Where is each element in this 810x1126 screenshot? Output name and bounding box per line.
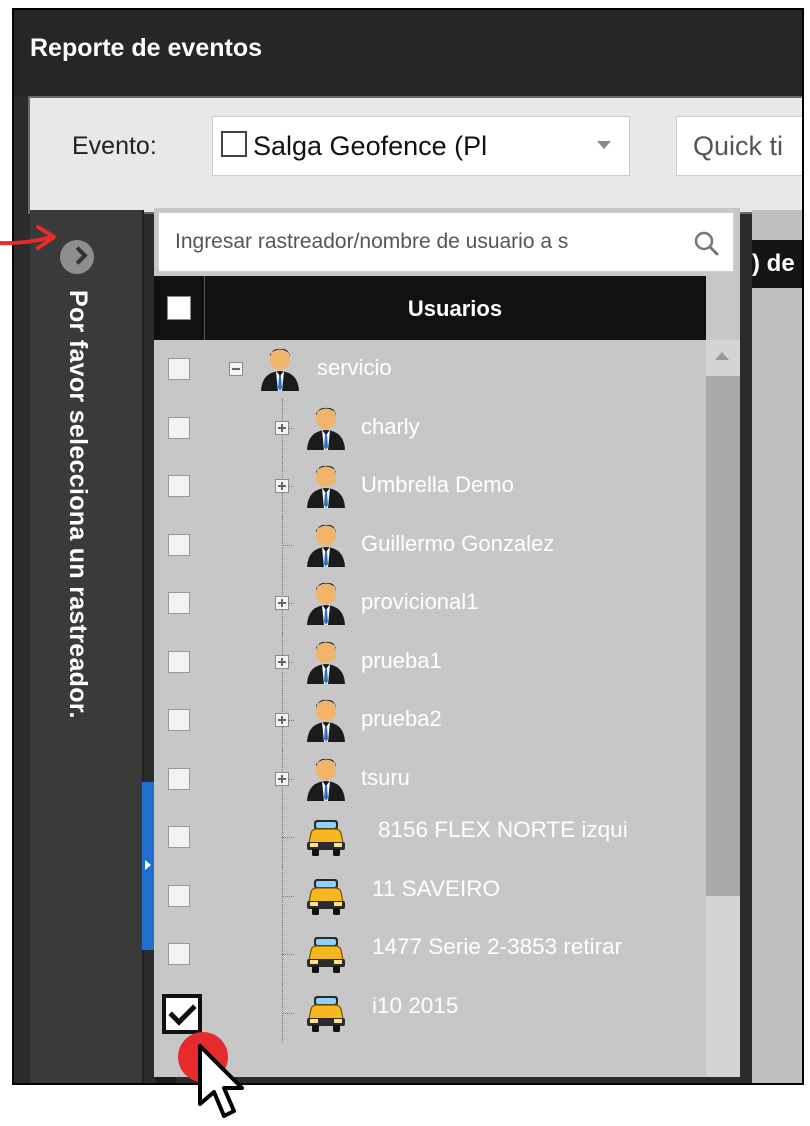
taxi-icon <box>304 814 348 860</box>
chevron-down-icon[interactable] <box>597 141 611 149</box>
user-icon <box>304 639 348 685</box>
expand-node-icon[interactable] <box>275 713 289 727</box>
tree-item-user[interactable]: charly <box>154 398 706 457</box>
user-icon <box>304 522 348 568</box>
row-checkbox[interactable] <box>168 826 190 848</box>
quick-time-label: Quick ti <box>693 131 784 161</box>
user-icon <box>304 756 348 802</box>
tree-item-user[interactable]: prueba2 <box>154 691 706 750</box>
tree-connector <box>282 544 294 546</box>
search-input[interactable] <box>159 213 689 271</box>
user-icon <box>304 463 348 509</box>
row-checkbox[interactable] <box>168 767 190 790</box>
event-checkbox[interactable] <box>221 131 247 157</box>
tree-item-label: servicio <box>317 355 392 380</box>
tree-item-label: prueba1 <box>361 647 442 673</box>
row-checkbox[interactable] <box>168 358 190 380</box>
event-select-value: Salga Geofence (Pl <box>253 131 488 161</box>
expand-node-icon[interactable] <box>275 771 289 786</box>
tree-connector <box>282 837 294 838</box>
tree-item-label: Guillermo Gonzalez <box>361 530 555 556</box>
report-tab[interactable]: ) de <box>752 240 802 288</box>
filter-toolbar: Evento: Salga Geofence (Pl Quick ti <box>28 96 802 214</box>
search-box <box>158 212 734 272</box>
tree-item-label: 11 SAVEIRO <box>372 875 500 901</box>
event-label: Evento: <box>72 132 157 160</box>
scroll-up-arrow[interactable] <box>715 352 729 360</box>
scrollbar-thumb[interactable] <box>706 376 740 896</box>
row-checkbox[interactable] <box>168 650 190 673</box>
mouse-cursor-icon <box>198 1044 244 1118</box>
taxi-icon <box>304 931 348 977</box>
tree-item-label: i10 2015 <box>372 992 459 1018</box>
expand-node-icon[interactable] <box>275 479 289 493</box>
report-area: ) de <box>752 210 802 1083</box>
collapsed-sidebar: Por favor selecciona un rastreador. <box>30 210 144 1083</box>
tree-item-label: 8156 FLEX NORTE izqui <box>378 817 628 842</box>
tree-connector <box>282 954 294 955</box>
expand-node-icon[interactable] <box>275 596 289 610</box>
tree-item-user[interactable]: servicio <box>154 340 706 399</box>
row-checkbox[interactable] <box>168 884 190 907</box>
tree-item-label: Umbrella Demo <box>361 472 514 497</box>
user-icon <box>258 346 302 392</box>
quick-time-select[interactable]: Quick ti <box>676 116 802 176</box>
tree-item-user[interactable]: provicional1 <box>154 574 706 633</box>
users-table-header: Usuarios <box>154 276 706 340</box>
user-icon <box>304 580 348 626</box>
tree-item-tracker[interactable]: 1477 Serie 2-3853 retirar <box>154 925 706 984</box>
taxi-icon <box>304 873 348 919</box>
annotation-arrow <box>0 225 56 250</box>
tree-item-label: provicional1 <box>361 589 479 614</box>
tree-item-label: tsuru <box>361 764 410 790</box>
row-checkbox[interactable] <box>168 416 190 439</box>
user-tree: servicio charly Umbrella Demo Guillermo Gon… <box>154 340 706 1042</box>
expand-node-icon[interactable] <box>275 654 289 669</box>
chevron-right-icon[interactable] <box>60 240 94 274</box>
user-icon <box>304 697 348 743</box>
tree-item-label: 1477 Serie 2-3853 retirar <box>372 934 623 959</box>
tracker-picker-panel: Usuarios servicio charly Umbrella Demo Guil… <box>154 208 740 1077</box>
tree-item-tracker[interactable]: 8156 FLEX NORTE izqui <box>154 808 706 867</box>
tree-connector <box>282 1012 294 1014</box>
taxi-icon <box>304 990 348 1036</box>
tree-item-user[interactable]: tsuru <box>154 749 706 808</box>
window-title: Reporte de eventos <box>30 34 263 62</box>
tree-item-tracker[interactable]: 11 SAVEIRO <box>154 866 706 925</box>
user-icon <box>304 405 348 451</box>
search-icon[interactable] <box>693 230 719 256</box>
select-all-checkbox[interactable] <box>167 296 191 320</box>
tree-connector <box>282 895 294 897</box>
row-checkbox[interactable] <box>168 592 190 614</box>
title-bar: Reporte de eventos <box>14 10 802 96</box>
tree-item-user[interactable]: Umbrella Demo <box>154 457 706 516</box>
event-select[interactable]: Salga Geofence (Pl <box>212 116 630 176</box>
tree-item-label: prueba2 <box>361 706 442 731</box>
tree-item-tracker[interactable]: i10 2015 <box>154 983 706 1042</box>
select-tracker-message: Por favor selecciona un rastreador. <box>64 290 92 719</box>
row-checkbox[interactable] <box>168 709 190 731</box>
row-checkbox[interactable] <box>162 993 202 1034</box>
users-column-header: Usuarios <box>407 296 503 321</box>
row-checkbox[interactable] <box>168 475 190 497</box>
expand-node-icon[interactable] <box>275 420 289 435</box>
row-checkbox[interactable] <box>168 943 190 965</box>
tree-item-user[interactable]: prueba1 <box>154 632 706 691</box>
collapse-node-icon[interactable] <box>229 362 243 376</box>
tree-item-user[interactable]: Guillermo Gonzalez <box>154 515 706 574</box>
row-checkbox[interactable] <box>168 533 190 556</box>
tree-item-label: charly <box>361 413 420 439</box>
tree-scrollbar[interactable] <box>706 340 740 1077</box>
